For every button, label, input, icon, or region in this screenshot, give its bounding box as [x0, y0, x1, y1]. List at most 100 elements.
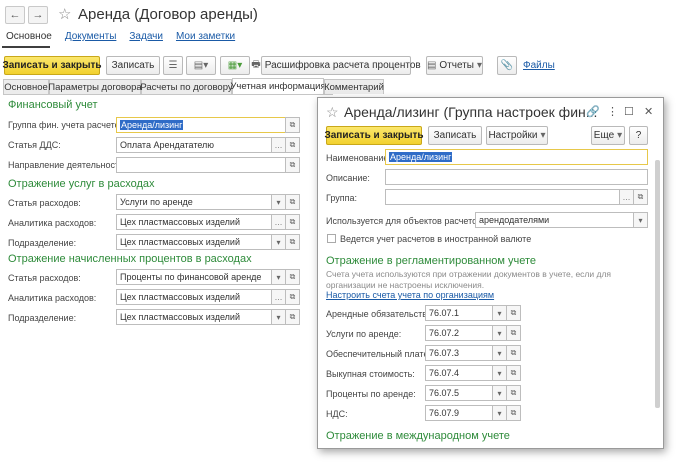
open-icon[interactable]: ⧉ — [506, 325, 521, 341]
page-title: Аренда (Договор аренды) — [78, 6, 258, 23]
chevron-down-icon[interactable]: ▾ — [271, 309, 286, 325]
account-field[interactable]: 76.07.9 — [425, 405, 493, 421]
currency-label: Ведется учет расчетов в иностранной валю… — [340, 234, 532, 244]
close-icon[interactable]: ✕ — [644, 105, 653, 118]
print-forms-button[interactable]: ▦▾ — [220, 56, 250, 75]
group-field[interactable] — [385, 189, 620, 205]
open-icon[interactable]: ⧉ — [285, 269, 300, 285]
chevron-down-icon[interactable]: ▾ — [633, 212, 648, 228]
open-icon[interactable]: ⧉ — [285, 214, 300, 230]
open-icon[interactable]: ⧉ — [633, 189, 648, 205]
chevron-down-icon[interactable]: ▾ — [271, 234, 286, 250]
active-link-underline — [2, 46, 50, 48]
open-icon[interactable]: ⧉ — [506, 405, 521, 421]
link-tasks[interactable]: Задачи — [129, 31, 163, 42]
dialog-help-button[interactable]: ? — [629, 126, 648, 145]
save-and-close-button[interactable]: Записать и закрыть — [2, 56, 102, 75]
account-label: Услуги по аренде: — [326, 329, 402, 339]
tab-comment[interactable]: Комментарий — [324, 79, 384, 94]
chevron-down-icon[interactable]: ▾ — [492, 345, 507, 361]
open-icon[interactable]: ⧉ — [285, 137, 300, 153]
link-my-notes[interactable]: Мои заметки — [176, 31, 235, 42]
group-label: Группа: — [326, 193, 358, 203]
account-field[interactable]: 76.07.4 — [425, 365, 493, 381]
link-main[interactable]: Основное — [6, 31, 52, 42]
account-label: НДС: — [326, 409, 348, 419]
chevron-down-icon[interactable]: ▾ — [492, 405, 507, 421]
account-label: Выкупная стоимость: — [326, 369, 415, 379]
services-article-field[interactable]: Услуги по аренде — [116, 194, 272, 210]
dialog-more-label: Еще — [593, 130, 615, 141]
open-icon[interactable]: ⧉ — [506, 385, 521, 401]
chevron-down-icon[interactable]: ▾ — [271, 269, 286, 285]
dialog-more-button[interactable]: Еще ▾ — [591, 126, 625, 145]
interest-article-label: Статья расходов: — [8, 273, 81, 283]
chevron-down-icon[interactable]: ▾ — [492, 365, 507, 381]
reports-button[interactable]: ▤ Отчеты ▾ — [426, 56, 483, 75]
section-financial: Финансовый учет — [8, 99, 98, 111]
dialog-save-and-close-button[interactable]: Записать и закрыть — [324, 126, 424, 145]
description-field[interactable] — [385, 169, 648, 185]
open-icon[interactable]: ⧉ — [285, 309, 300, 325]
tab-contract-params[interactable]: Параметры договора — [48, 79, 142, 94]
services-division-field[interactable]: Цех пластмассовых изделий — [116, 234, 272, 250]
ellipsis-icon[interactable]: … — [271, 214, 286, 230]
open-icon[interactable]: ⧉ — [285, 194, 300, 210]
dialog-scrollbar[interactable] — [655, 160, 660, 408]
create-based-button[interactable]: ▤▾ — [186, 56, 216, 75]
interest-analytics-label: Аналитика расходов: — [8, 293, 97, 303]
files-link[interactable]: Файлы — [523, 60, 555, 71]
account-field[interactable]: 76.07.3 — [425, 345, 493, 361]
ellipsis-icon[interactable]: … — [271, 289, 286, 305]
interest-analytics-field[interactable]: Цех пластмассовых изделий — [116, 289, 272, 305]
name-field[interactable]: Аренда/лизинг — [385, 149, 648, 165]
more-vertical-icon[interactable]: ⋮ — [607, 105, 618, 118]
forward-button[interactable]: → — [28, 6, 48, 24]
favorite-star-icon[interactable]: ☆ — [58, 5, 71, 23]
attach-button[interactable]: 📎 — [497, 56, 517, 75]
used-for-field[interactable]: арендодателями — [475, 212, 634, 228]
services-analytics-field[interactable]: Цех пластмассовых изделий — [116, 214, 272, 230]
account-field[interactable]: 76.07.5 — [425, 385, 493, 401]
chevron-down-icon[interactable]: ▾ — [492, 325, 507, 341]
save-button[interactable]: Записать — [106, 56, 160, 75]
account-field[interactable]: 76.07.1 — [425, 305, 493, 321]
open-icon[interactable]: ⧉ — [285, 117, 300, 133]
currency-checkbox[interactable] — [327, 234, 336, 243]
direction-field[interactable] — [116, 157, 286, 173]
interest-article-field[interactable]: Проценты по финансовой аренде — [116, 269, 272, 285]
fin-group-field[interactable]: Аренда/лизинг — [116, 117, 286, 133]
open-icon[interactable]: ⧉ — [506, 365, 521, 381]
dialog-save-button[interactable]: Записать — [428, 126, 482, 145]
interest-division-field[interactable]: Цех пластмассовых изделий — [116, 309, 272, 325]
open-icon[interactable]: ⧉ — [506, 345, 521, 361]
link-icon[interactable]: 🔗 — [586, 105, 600, 118]
section-links: Основное Документы Задачи Мои заметки — [6, 31, 248, 42]
open-icon[interactable]: ⧉ — [285, 289, 300, 305]
configure-accounts-link[interactable]: Настроить счета учета по организациям — [326, 290, 494, 300]
chevron-down-icon[interactable]: ▾ — [271, 194, 286, 210]
favorite-star-icon[interactable]: ☆ — [326, 104, 339, 121]
dialog-settings-button[interactable]: Настройки ▾ — [486, 126, 548, 145]
open-icon[interactable]: ⧉ — [285, 234, 300, 250]
forward-arrow-icon: → — [32, 9, 44, 21]
tab-main[interactable]: Основное — [3, 79, 49, 94]
chevron-down-icon[interactable]: ▾ — [492, 305, 507, 321]
tab-divider — [3, 94, 333, 95]
ellipsis-icon[interactable]: … — [271, 137, 286, 153]
open-icon[interactable]: ⧉ — [506, 305, 521, 321]
maximize-icon[interactable]: ☐ — [624, 105, 634, 118]
account-field[interactable]: 76.07.2 — [425, 325, 493, 341]
tab-accounting-info[interactable]: Учетная информация — [230, 78, 326, 94]
link-documents[interactable]: Документы — [65, 31, 117, 42]
services-analytics-label: Аналитика расходов: — [8, 218, 97, 228]
tab-contract-calcs[interactable]: Расчеты по договору — [140, 79, 233, 94]
ellipsis-icon[interactable]: … — [619, 189, 634, 205]
structure-button[interactable]: ☰ — [163, 56, 183, 75]
interest-division-label: Подразделение: — [8, 313, 77, 323]
interest-decoding-button[interactable]: 🖶 Расшифровка расчета процентов — [251, 56, 421, 75]
open-icon[interactable]: ⧉ — [285, 157, 300, 173]
dds-field[interactable]: Оплата Арендатателю — [116, 137, 272, 153]
chevron-down-icon[interactable]: ▾ — [492, 385, 507, 401]
back-button[interactable]: ← — [5, 6, 25, 24]
